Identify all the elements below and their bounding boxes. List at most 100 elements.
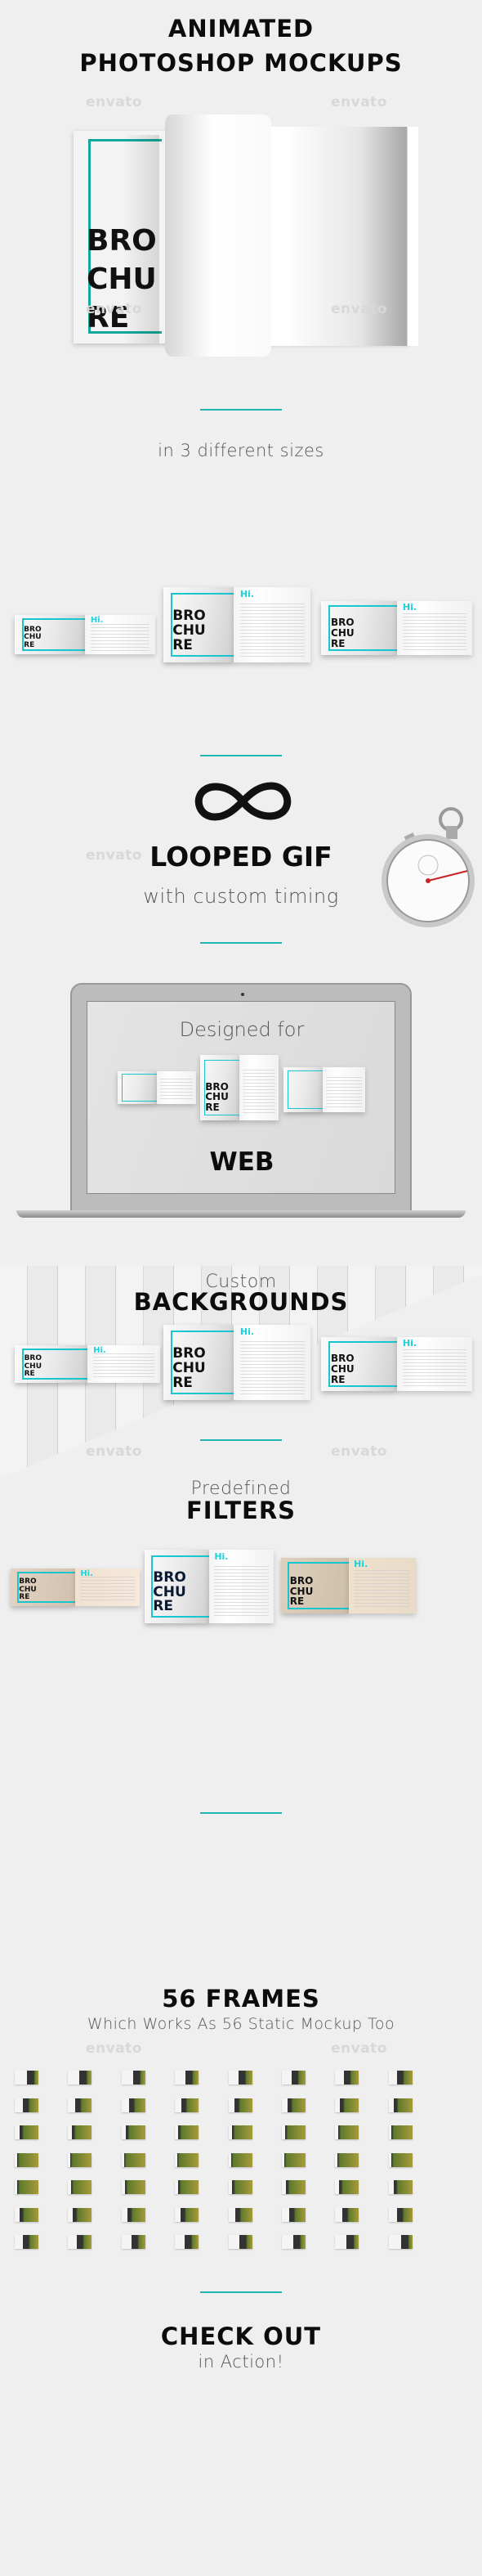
backgrounds-title: BACKGROUNDS bbox=[133, 1288, 349, 1316]
envato-watermark: envato bbox=[331, 2040, 387, 2057]
stopwatch-icon bbox=[382, 807, 475, 927]
frame-thumbnail bbox=[389, 2125, 413, 2139]
divider bbox=[200, 409, 282, 411]
brochure-large bbox=[283, 1067, 365, 1112]
brochure-line: CHU bbox=[331, 626, 355, 639]
frame-thumbnail bbox=[389, 2071, 413, 2085]
title-line-1: ANIMATED bbox=[167, 15, 315, 43]
frame-thumbnail bbox=[229, 2125, 252, 2139]
frame-thumbnail bbox=[335, 2098, 359, 2112]
brochure-line: CHU bbox=[205, 1091, 229, 1103]
brochure-line: RE bbox=[24, 640, 35, 649]
laptop-screen: Designed for BRO CHU RE WEB bbox=[87, 1001, 395, 1194]
frame-thumbnail bbox=[175, 2207, 199, 2222]
title-line-2: PHOTOSHOP MOCKUPS bbox=[79, 49, 403, 77]
brochure-hi: Hi. bbox=[402, 1338, 417, 1349]
frame-thumbnail bbox=[15, 2207, 38, 2222]
frames-title: 56 FRAMES bbox=[162, 1985, 320, 2013]
envato-watermark: envato bbox=[86, 94, 142, 110]
cta-title: CHECK OUT bbox=[160, 2322, 322, 2350]
laptop-base bbox=[16, 1210, 466, 1218]
frame-thumbnail bbox=[229, 2152, 252, 2167]
frame-thumbnail bbox=[175, 2071, 199, 2085]
brochure-line: RE bbox=[205, 1101, 220, 1113]
frame-thumbnail bbox=[229, 2180, 252, 2194]
frame-thumbnail bbox=[389, 2152, 413, 2167]
divider bbox=[200, 2291, 282, 2293]
frame-thumbnail bbox=[229, 2071, 252, 2085]
envato-watermark: envato bbox=[331, 94, 387, 110]
envato-watermark: envato bbox=[86, 301, 142, 317]
brochure-line: RE bbox=[172, 1375, 193, 1392]
brochure-large-sepia-filter: BRO CHU RE Hi. bbox=[281, 1558, 416, 1613]
frame-thumbnail bbox=[282, 2152, 306, 2167]
brochure-line: RE bbox=[19, 1593, 30, 1602]
frame-thumbnail bbox=[335, 2180, 359, 2194]
frame-thumbnail bbox=[68, 2180, 91, 2194]
frame-thumbnail bbox=[15, 2071, 38, 2085]
frame-thumbnail bbox=[175, 2152, 199, 2167]
laptop-mockup: Designed for BRO CHU RE WEB bbox=[70, 983, 412, 1212]
brochure-line: RE bbox=[153, 1598, 173, 1615]
frame-thumbnail bbox=[335, 2207, 359, 2222]
frame-thumbnail bbox=[335, 2125, 359, 2139]
brochure-medium: BRO CHU RE Hi. bbox=[163, 1325, 310, 1400]
frame-thumbnail bbox=[282, 2207, 306, 2222]
frame-thumbnail bbox=[282, 2071, 306, 2085]
frame-thumbnail bbox=[122, 2235, 145, 2249]
frame-thumbnail bbox=[68, 2071, 91, 2085]
brochure-small: BRO CHU RE Hi. bbox=[15, 1345, 160, 1383]
divider bbox=[200, 1439, 282, 1441]
brochure-small bbox=[118, 1071, 196, 1104]
frame-thumbnail bbox=[335, 2152, 359, 2167]
envato-watermark: envato bbox=[331, 1443, 387, 1460]
brochure-large: BRO CHU RE Hi. bbox=[321, 1337, 472, 1391]
frame-thumbnail bbox=[122, 2152, 145, 2167]
envato-watermark: envato bbox=[86, 1443, 142, 1460]
brochure-medium: BRO CHU RE bbox=[200, 1055, 279, 1120]
frame-thumbnail bbox=[68, 2207, 91, 2222]
cta-subtitle: in Action! bbox=[198, 2352, 284, 2372]
frame-thumbnail bbox=[175, 2180, 199, 2194]
brochure-line: CHU bbox=[331, 1362, 355, 1375]
frame-thumbnail bbox=[68, 2235, 91, 2249]
filters-title: FILTERS bbox=[185, 1497, 297, 1524]
frame-thumbnail bbox=[122, 2125, 145, 2139]
frame-thumbnail bbox=[68, 2125, 91, 2139]
brochure-line: RE bbox=[331, 1373, 346, 1385]
frame-thumbnail bbox=[389, 2207, 413, 2222]
frame-thumbnail bbox=[175, 2125, 199, 2139]
divider bbox=[200, 942, 282, 944]
brochure-line: BRO bbox=[153, 1568, 186, 1586]
brochure-hi: Hi. bbox=[402, 602, 417, 613]
brochure-hi: Hi. bbox=[239, 1326, 255, 1337]
frame-thumbnail bbox=[282, 2180, 306, 2194]
envato-watermark: envato bbox=[86, 2040, 142, 2057]
frame-thumbnail bbox=[229, 2235, 252, 2249]
frame-thumbnail bbox=[15, 2235, 38, 2249]
brochure-line: BRO bbox=[289, 1575, 314, 1587]
camera-icon bbox=[241, 993, 244, 996]
brochure-line: RE bbox=[331, 637, 346, 649]
brochure-hi: Hi. bbox=[214, 1551, 229, 1562]
hero-brochure-animation: BRO CHU RE bbox=[74, 114, 418, 360]
brochure-line: RE bbox=[289, 1595, 305, 1608]
sizes-caption: in 3 different sizes bbox=[158, 441, 324, 460]
frame-thumbnail bbox=[122, 2098, 145, 2112]
frame-thumbnail bbox=[282, 2235, 306, 2249]
brochure-line: RE bbox=[172, 637, 193, 654]
frame-thumbnail bbox=[335, 2071, 359, 2085]
infinity-icon bbox=[194, 782, 292, 821]
brochure-small: BRO CHU RE Hi. bbox=[15, 615, 155, 654]
frame-thumbnail bbox=[175, 2235, 199, 2249]
web-title: WEB bbox=[209, 1147, 274, 1177]
web-pre: Designed for bbox=[179, 1018, 305, 1041]
brochure-medium: BRO CHU RE Hi. bbox=[145, 1550, 274, 1623]
brochure-small-warm-filter: BRO CHU RE Hi. bbox=[11, 1568, 140, 1606]
frame-thumbnail bbox=[68, 2152, 91, 2167]
frame-thumbnail bbox=[282, 2098, 306, 2112]
brochure-hi: Hi. bbox=[354, 1559, 368, 1570]
frames-subtitle: Which Works As 56 Static Mockup Too bbox=[87, 2015, 395, 2033]
brochure-medium: BRO CHU RE Hi. bbox=[163, 587, 310, 662]
brochure-line: RE bbox=[24, 1370, 35, 1379]
